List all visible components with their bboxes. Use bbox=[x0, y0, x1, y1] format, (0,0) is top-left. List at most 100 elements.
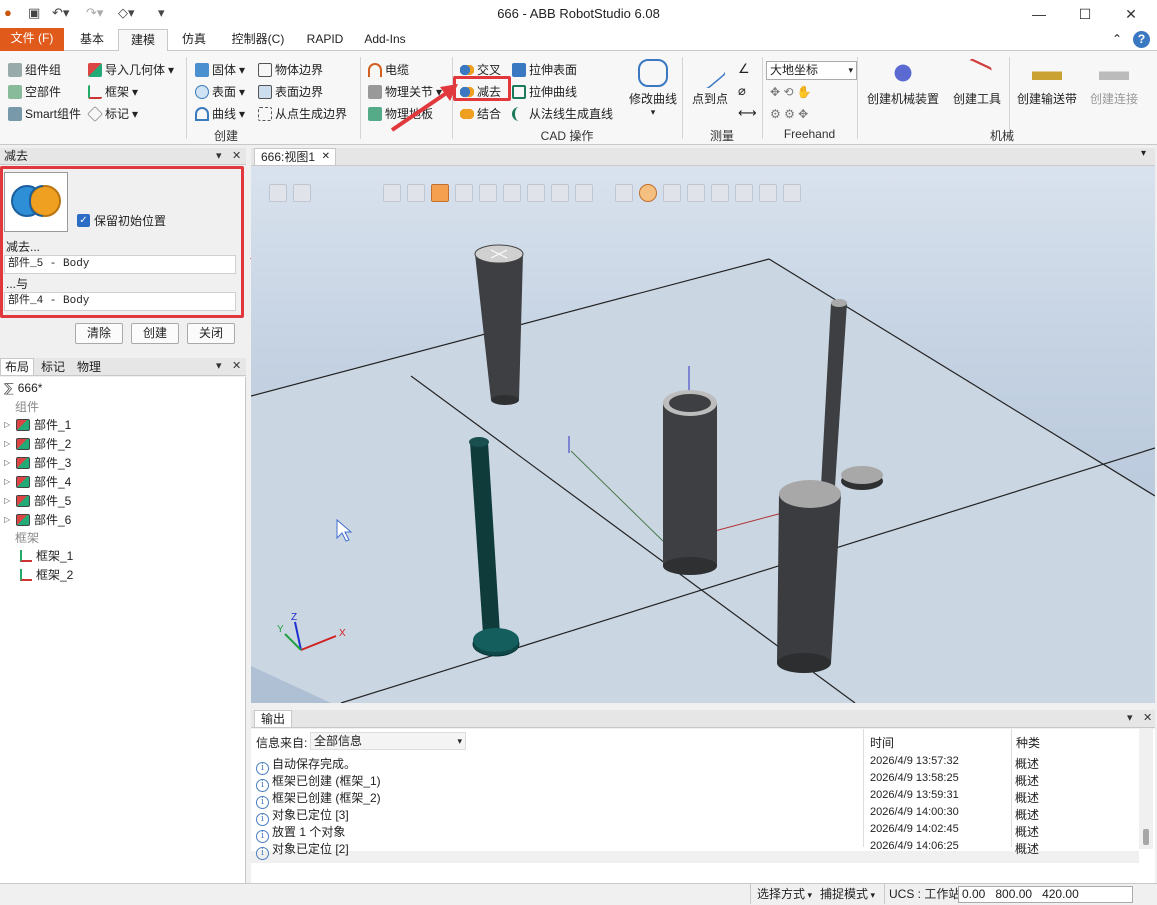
output-scrollbar[interactable] bbox=[1139, 729, 1153, 849]
view-tool-icon[interactable] bbox=[575, 184, 593, 202]
expand-arrow-icon[interactable]: ▷ bbox=[4, 439, 12, 448]
angle-measure-icon[interactable]: ∠ bbox=[738, 61, 750, 77]
tree-item-frame[interactable]: 框架_1 bbox=[20, 547, 73, 564]
output-row[interactable]: i 对象已定位 [3] 2026/4/9 14:00:30 概述 bbox=[256, 806, 1140, 826]
clear-button[interactable]: 清除 bbox=[75, 323, 123, 344]
surface-border-button[interactable]: 表面边界 bbox=[258, 83, 323, 100]
create-tool-button[interactable]: 创建工具 bbox=[948, 57, 1006, 107]
tab-controller[interactable]: 控制器(C) bbox=[222, 29, 294, 51]
tree-item-part[interactable]: ▷ 部件_3 bbox=[4, 454, 71, 471]
view-tool-icon[interactable] bbox=[711, 184, 729, 202]
panel-close-icon[interactable]: ✕ bbox=[232, 359, 241, 372]
view-tool-icon[interactable] bbox=[431, 184, 449, 202]
output-row[interactable]: i 对象已定位 [2] 2026/4/9 14:06:25 概述 bbox=[256, 840, 1140, 860]
filter-select[interactable]: 全部信息 ▾ bbox=[310, 732, 466, 750]
object-border-button[interactable]: 物体边界 bbox=[258, 61, 323, 78]
view-tool-icon[interactable] bbox=[735, 184, 753, 202]
expand-arrow-icon[interactable]: ▷ bbox=[4, 496, 12, 505]
close-panel-button[interactable]: 关闭 bbox=[187, 323, 235, 344]
tab-marks[interactable]: 标记 bbox=[36, 359, 70, 375]
maximize-button[interactable]: ☐ bbox=[1062, 2, 1108, 26]
expand-arrow-icon[interactable]: ▷ bbox=[4, 420, 12, 429]
solid-button[interactable]: 固体 ▾ bbox=[195, 61, 245, 78]
view-tool-icon[interactable] bbox=[551, 184, 569, 202]
expand-arrow-icon[interactable]: ▷ bbox=[4, 458, 12, 467]
tree-item-part[interactable]: ▷ 部件_1 bbox=[4, 416, 71, 433]
output-row[interactable]: i 框架已创建 (框架_1) 2026/4/9 13:58:25 概述 bbox=[256, 772, 1140, 792]
view-snap-icon[interactable] bbox=[293, 184, 311, 202]
tab-physics[interactable]: 物理 bbox=[72, 359, 106, 375]
collapse-ribbon-icon[interactable]: ⌃ bbox=[1112, 32, 1122, 46]
tab-layout[interactable]: 布局 bbox=[0, 358, 34, 376]
view-tab[interactable]: 666:视图1 ✕ bbox=[254, 148, 337, 166]
empty-part-button[interactable]: 空部件 bbox=[8, 83, 61, 100]
view-tool-icon[interactable] bbox=[455, 184, 473, 202]
help-icon[interactable]: ? bbox=[1133, 31, 1150, 48]
create-connection-button[interactable]: 创建连接 bbox=[1084, 59, 1144, 107]
extrude-surface-button[interactable]: 拉伸表面 bbox=[512, 61, 577, 78]
type-column-header[interactable]: 种类 bbox=[1016, 734, 1040, 751]
expand-arrow-icon[interactable]: ▷ bbox=[4, 515, 12, 524]
tab-rapid[interactable]: RAPID bbox=[300, 29, 350, 51]
view-tool-icon[interactable] bbox=[687, 184, 705, 202]
create-mechanism-button[interactable]: 创建机械装置 bbox=[862, 59, 944, 107]
distance-measure-icon[interactable]: ⟷ bbox=[738, 105, 757, 121]
border-from-points-button[interactable]: 从点生成边界 bbox=[258, 105, 347, 122]
component-group-button[interactable]: 组件组 bbox=[8, 61, 61, 78]
frame-button[interactable]: 框架 ▾ bbox=[88, 83, 138, 100]
snap-center-icon[interactable] bbox=[639, 184, 657, 202]
output-row[interactable]: i 放置 1 个对象 2026/4/9 14:02:45 概述 bbox=[256, 823, 1140, 843]
tab-basic[interactable]: 基本 bbox=[70, 29, 114, 51]
tab-file[interactable]: 文件 (F) bbox=[0, 28, 64, 51]
output-row[interactable]: i 自动保存完成。 2026/4/9 13:57:32 概述 bbox=[256, 755, 1140, 775]
mark-button[interactable]: 标记 ▾ bbox=[87, 105, 138, 122]
output-tab[interactable]: 输出 bbox=[254, 710, 293, 728]
view-menu-icon[interactable]: ▾ bbox=[1141, 148, 1146, 159]
3d-viewport[interactable]: X Z Y bbox=[251, 166, 1155, 703]
tab-addins[interactable]: Add-Ins bbox=[356, 29, 414, 51]
output-row[interactable]: i 框架已创建 (框架_2) 2026/4/9 13:59:31 概述 bbox=[256, 789, 1140, 809]
smart-component-button[interactable]: Smart组件 bbox=[8, 105, 81, 122]
view-tool-icon[interactable] bbox=[615, 184, 633, 202]
select-mode-dropdown[interactable]: 选择方式 ▾ bbox=[750, 884, 812, 904]
diameter-measure-icon[interactable]: ⌀ bbox=[738, 83, 746, 99]
freehand-joint-icon[interactable]: ⚙ ⚙ ✥ bbox=[770, 107, 808, 121]
view-tool-icon[interactable] bbox=[503, 184, 521, 202]
tree-item-part[interactable]: ▷ 部件_2 bbox=[4, 435, 71, 452]
scrollbar-thumb[interactable] bbox=[1143, 829, 1149, 845]
view-tool-icon[interactable] bbox=[527, 184, 545, 202]
tab-modeling[interactable]: 建模 bbox=[118, 29, 168, 52]
minimize-button[interactable]: — bbox=[1016, 2, 1062, 26]
view-tool-icon[interactable] bbox=[383, 184, 401, 202]
time-column-header[interactable]: 时间 bbox=[870, 734, 894, 751]
panel-close-icon[interactable]: ✕ bbox=[1143, 711, 1152, 724]
tree-item-part[interactable]: ▷ 部件_4 bbox=[4, 473, 71, 490]
tree-item-part[interactable]: ▷ 部件_6 bbox=[4, 511, 71, 528]
point-to-point-button[interactable]: 点到点 bbox=[688, 56, 732, 107]
panel-pin-icon[interactable]: ▾ bbox=[216, 359, 222, 372]
tree-item-frame[interactable]: 框架_2 bbox=[20, 566, 73, 583]
view-tool-icon[interactable] bbox=[407, 184, 425, 202]
view-tool-icon[interactable] bbox=[783, 184, 801, 202]
panel-pin-icon[interactable]: ▾ bbox=[216, 148, 222, 164]
close-icon[interactable]: ✕ bbox=[322, 149, 330, 165]
close-button[interactable]: ✕ bbox=[1108, 2, 1154, 26]
create-button[interactable]: 创建 bbox=[131, 323, 179, 344]
surface-button[interactable]: 表面 ▾ bbox=[195, 83, 245, 100]
line-from-normal-button[interactable]: 从法线生成直线 bbox=[512, 105, 613, 122]
expand-arrow-icon[interactable]: ▷ bbox=[4, 477, 12, 486]
tab-simulation[interactable]: 仿真 bbox=[172, 29, 216, 51]
station-node[interactable]: ⅀ 666* bbox=[4, 381, 42, 395]
tree-item-part[interactable]: ▷ 部件_5 bbox=[4, 492, 71, 509]
import-geometry-button[interactable]: 导入几何体 ▾ bbox=[88, 61, 174, 78]
create-conveyor-button[interactable]: 创建输送带 bbox=[1012, 59, 1082, 107]
panel-pin-icon[interactable]: ▾ bbox=[1127, 711, 1133, 724]
view-tool-icon[interactable] bbox=[759, 184, 777, 202]
coordinate-system-select[interactable]: 大地坐标 ▾ bbox=[766, 61, 857, 80]
snap-mode-dropdown[interactable]: 捕捉模式 ▾ bbox=[814, 884, 875, 904]
view-tool-icon[interactable] bbox=[479, 184, 497, 202]
modify-curve-button[interactable]: 修改曲线 ▾ bbox=[626, 59, 680, 118]
extrude-curve-button[interactable]: 拉伸曲线 bbox=[512, 83, 577, 100]
view-tool-icon[interactable] bbox=[663, 184, 681, 202]
curve-button[interactable]: 曲线 ▾ bbox=[195, 105, 245, 122]
